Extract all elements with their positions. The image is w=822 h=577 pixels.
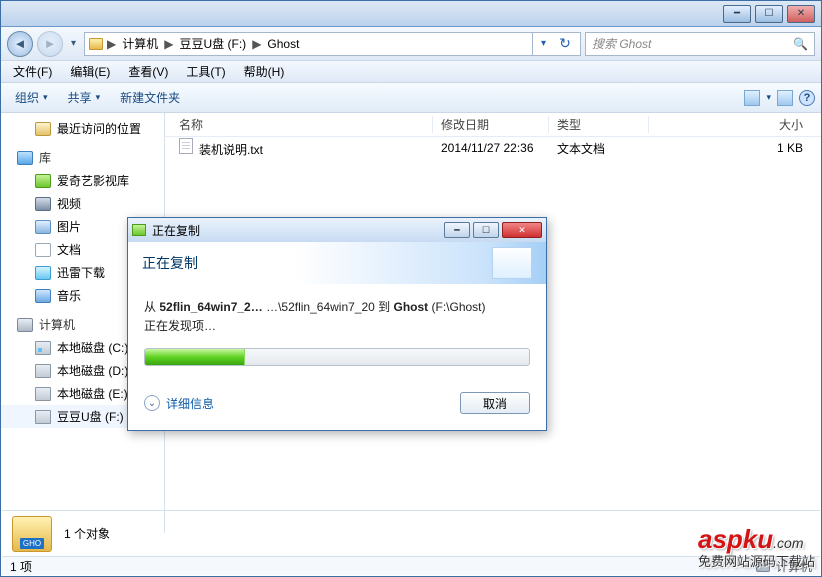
- menu-help[interactable]: 帮助(H): [236, 61, 293, 82]
- address-drop[interactable]: ▾: [532, 33, 554, 55]
- share-button[interactable]: 共享▾: [60, 85, 109, 110]
- chevron-icon: ▶: [164, 37, 173, 51]
- download-icon: [35, 266, 51, 280]
- sidebar-recent[interactable]: 最近访问的位置: [1, 117, 164, 140]
- file-row[interactable]: 装机说明.txt 2014/11/27 22:36 文本文档 1 KB: [165, 137, 821, 159]
- drive-icon: [35, 341, 51, 355]
- search-placeholder: 搜索 Ghost: [592, 35, 651, 52]
- page-icon: [492, 247, 532, 279]
- copy-icon: [132, 224, 146, 236]
- sidebar-libraries[interactable]: 库: [1, 146, 164, 169]
- search-input[interactable]: 搜索 Ghost 🔍: [585, 32, 815, 56]
- maximize-button[interactable]: ☐: [755, 5, 783, 23]
- details-toggle[interactable]: ⌄ 详细信息: [144, 395, 214, 412]
- copy-dialog: 正在复制 ━ ☐ ✕ 正在复制 从 52flin_64win7_2… …\52f…: [127, 217, 547, 431]
- dialog-close-button[interactable]: ✕: [502, 222, 542, 238]
- music-icon: [35, 289, 51, 303]
- file-type-cell: 文本文档: [549, 140, 649, 157]
- preview-pane-button[interactable]: [777, 90, 793, 106]
- column-headers[interactable]: 名称 修改日期 类型 大小: [165, 113, 821, 137]
- command-bar: 组织▾ 共享▾ 新建文件夹 ▾ ?: [1, 83, 821, 113]
- object-count: 1 个对象: [64, 525, 110, 542]
- progress-fill: [145, 349, 245, 365]
- col-type[interactable]: 类型: [549, 116, 649, 133]
- file-size-cell: 1 KB: [649, 141, 821, 155]
- search-icon[interactable]: 🔍: [793, 37, 808, 51]
- chevron-icon: ▶: [107, 37, 116, 51]
- film-icon: [35, 197, 51, 211]
- drive-icon: [35, 410, 51, 424]
- nav-back-button[interactable]: ◄: [7, 31, 33, 57]
- col-date[interactable]: 修改日期: [433, 116, 549, 133]
- menu-file[interactable]: 文件(F): [5, 61, 60, 82]
- dialog-maximize-button[interactable]: ☐: [473, 222, 499, 238]
- crumb-drive[interactable]: 豆豆U盘 (F:): [178, 35, 249, 52]
- gho-folder-icon: GHO: [12, 516, 52, 552]
- address-bar[interactable]: ▶ 计算机 ▶ 豆豆U盘 (F:) ▶ Ghost ▾ ↻: [84, 32, 581, 56]
- drive-icon: [35, 387, 51, 401]
- video-lib-icon: [35, 174, 51, 188]
- text-file-icon: [179, 138, 193, 154]
- recent-icon: [35, 122, 51, 136]
- view-options-button[interactable]: [744, 90, 760, 106]
- copy-path-line: 从 52flin_64win7_2… …\52flin_64win7_20 到 …: [144, 298, 530, 315]
- folder-icon: [89, 38, 103, 50]
- nav-forward-button[interactable]: ►: [37, 31, 63, 57]
- drive-icon: [35, 364, 51, 378]
- window-titlebar[interactable]: ━ ☐ ✕: [1, 1, 821, 27]
- new-folder-button[interactable]: 新建文件夹: [112, 85, 188, 110]
- document-icon: [35, 243, 51, 257]
- chevron-icon: ▶: [252, 37, 261, 51]
- dialog-minimize-button[interactable]: ━: [444, 222, 470, 238]
- close-button[interactable]: ✕: [787, 5, 815, 23]
- dialog-title: 正在复制: [152, 222, 200, 239]
- cancel-button[interactable]: 取消: [460, 392, 530, 414]
- picture-icon: [35, 220, 51, 234]
- dialog-actions: ⌄ 详细信息 取消: [128, 380, 546, 430]
- copy-status-line: 正在发现项…: [144, 317, 530, 334]
- help-button[interactable]: ?: [799, 90, 815, 106]
- dialog-body: 从 52flin_64win7_2… …\52flin_64win7_20 到 …: [128, 284, 546, 380]
- col-size[interactable]: 大小: [649, 116, 821, 133]
- minimize-button[interactable]: ━: [723, 5, 751, 23]
- file-name-cell: 装机说明.txt: [171, 138, 433, 158]
- explorer-window: ━ ☐ ✕ ◄ ► ▾ ▶ 计算机 ▶ 豆豆U盘 (F:) ▶ Ghost ▾ …: [0, 0, 822, 577]
- nav-history-drop[interactable]: ▾: [67, 38, 80, 49]
- menu-view[interactable]: 查看(V): [120, 61, 176, 82]
- dialog-header: 正在复制: [128, 242, 546, 284]
- nav-bar: ◄ ► ▾ ▶ 计算机 ▶ 豆豆U盘 (F:) ▶ Ghost ▾ ↻ 搜索 G…: [1, 27, 821, 61]
- file-date-cell: 2014/11/27 22:36: [433, 141, 549, 155]
- dialog-titlebar[interactable]: 正在复制 ━ ☐ ✕: [128, 218, 546, 242]
- watermark: aspku.com 免费网站源码下载站: [698, 524, 815, 570]
- menu-bar: 文件(F) 编辑(E) 查看(V) 工具(T) 帮助(H): [1, 61, 821, 83]
- menu-edit[interactable]: 编辑(E): [62, 61, 118, 82]
- library-icon: [17, 151, 33, 165]
- item-count: 1 项: [10, 558, 32, 575]
- menu-tool[interactable]: 工具(T): [178, 61, 233, 82]
- chevron-down-icon: ⌄: [144, 395, 160, 411]
- computer-icon: [17, 318, 33, 332]
- sidebar-item-iqiyi[interactable]: 爱奇艺影视库: [1, 169, 164, 192]
- progress-bar: [144, 348, 530, 366]
- crumb-computer[interactable]: 计算机: [120, 35, 160, 52]
- organize-button[interactable]: 组织▾: [7, 85, 56, 110]
- refresh-button[interactable]: ↻: [554, 33, 576, 55]
- sidebar-item-video[interactable]: 视频: [1, 192, 164, 215]
- crumb-folder[interactable]: Ghost: [265, 37, 301, 51]
- col-name[interactable]: 名称: [171, 116, 433, 133]
